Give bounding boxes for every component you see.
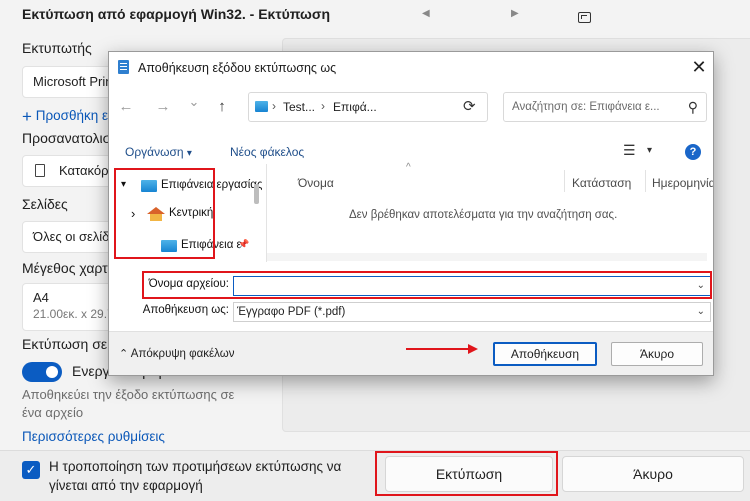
save-as-dialog: Αποθήκευση εξόδου εκτύπωσης ως ✕ ← → ⌄ ↑… — [108, 51, 714, 376]
print-to-file-info-2: ένα αρχείο — [22, 405, 84, 420]
close-icon[interactable]: ✕ — [687, 55, 711, 79]
up-icon[interactable]: ↑ — [213, 98, 231, 115]
filetype-label: Αποθήκευση ως: — [142, 304, 229, 316]
expanded-chevron-icon: ▾ — [121, 179, 127, 190]
breadcrumb-separator-icon: › — [272, 99, 276, 113]
breadcrumb-item-test[interactable]: Test... — [283, 100, 315, 114]
navigation-pane: ▾ Επιφάνεια εργασίας › Κεντρική Επιφάνει… — [113, 170, 263, 264]
file-list-scrollbar[interactable] — [267, 253, 707, 261]
document-icon — [118, 60, 129, 74]
nav-item-desktop[interactable]: ▾ — [121, 178, 126, 190]
plus-icon: + — [22, 107, 32, 126]
preview-prev-icon[interactable]: ◀ — [422, 8, 430, 19]
home-icon — [147, 207, 165, 214]
dialog-title: Αποθήκευση εξόδου εκτύπωσης ως — [138, 61, 337, 75]
pages-label: Σελίδες — [22, 196, 68, 212]
organize-menu[interactable]: Οργάνωση ▾ — [125, 145, 192, 159]
column-header-date-modified[interactable]: Ημερομηνία τροποποίησης — [652, 176, 713, 190]
view-options-caret-icon[interactable]: ▾ — [647, 145, 652, 156]
help-icon[interactable]: ? — [685, 144, 701, 160]
column-header-name[interactable]: Όνομα — [298, 176, 334, 190]
refresh-button[interactable]: ⟳ — [455, 92, 485, 122]
preview-next-icon[interactable]: ▶ — [511, 8, 519, 19]
organize-caret-icon: ▾ — [186, 148, 192, 159]
app-preferences-label: Η τροποποίηση των προτιμήσεων εκτύπωσης … — [49, 459, 342, 474]
column-header-status[interactable]: Κατάσταση — [572, 176, 631, 190]
pin-icon: 📌 — [238, 239, 250, 249]
search-input[interactable]: Αναζήτηση σε: Επιφάνεια ε... ⚲ — [503, 92, 707, 122]
refresh-icon: ⟳ — [463, 98, 476, 115]
print-cancel-button[interactable]: Άκυρο — [562, 456, 744, 492]
empty-results-message: Δεν βρέθηκαν αποτελέσματα για την αναζήτ… — [349, 209, 618, 221]
checkmark-icon: ✓ — [25, 462, 37, 477]
dialog-cancel-button[interactable]: Άκυρο — [611, 342, 703, 366]
filename-history-chevron-icon[interactable]: ⌄ — [697, 277, 705, 295]
fit-to-page-icon[interactable] — [578, 12, 591, 23]
filetype-select[interactable]: Έγγραφο PDF (*.pdf) ⌄ — [233, 302, 711, 322]
recent-locations-chevron-icon[interactable]: ⌄ — [185, 94, 203, 110]
filename-label: Όνομα αρχείου: — [148, 278, 229, 290]
pane-divider[interactable] — [266, 164, 267, 262]
print-to-file-info: Αποθηκεύει την έξοδο εκτύπωσης σε — [22, 387, 235, 402]
nav-item-home-label[interactable]: Κεντρική — [169, 207, 213, 219]
print-button[interactable]: Εκτύπωση — [385, 456, 553, 492]
arrow-annotation-head-icon — [468, 344, 478, 354]
save-button[interactable]: Αποθήκευση — [493, 342, 597, 366]
desktop-folder-icon — [255, 101, 268, 112]
home-icon-body — [150, 214, 162, 221]
nav-pane-scrollbar[interactable] — [254, 184, 259, 204]
more-settings-link[interactable]: Περισσότερες ρυθμίσεις — [22, 429, 165, 444]
print-window-title: Εκτύπωση από εφαρμογή Win32. - Εκτύπωση — [22, 6, 331, 22]
app-preferences-checkbox[interactable]: ✓ — [22, 461, 40, 479]
arrow-annotation — [406, 348, 469, 350]
collapsed-chevron-icon[interactable]: › — [131, 206, 135, 221]
desktop-folder-icon — [141, 180, 157, 192]
sort-ascending-icon: ^ — [406, 162, 411, 173]
forward-icon[interactable]: → — [154, 98, 172, 115]
filename-input[interactable]: ⌄ — [233, 276, 711, 296]
hide-folders-chevron-icon: ⌃ — [119, 348, 129, 360]
printer-label: Εκτυπωτής — [22, 40, 92, 56]
back-icon[interactable]: ← — [117, 98, 135, 115]
column-separator[interactable] — [645, 170, 646, 192]
column-separator[interactable] — [564, 170, 565, 192]
nav-item-desktop-pinned[interactable]: Επιφάνεια εργασίας — [181, 239, 241, 251]
desktop-folder-icon — [161, 240, 177, 252]
nav-item-desktop-label[interactable]: Επιφάνεια εργασίας — [161, 179, 262, 191]
breadcrumb-item-desktop[interactable]: Επιφά... — [333, 100, 377, 114]
filetype-chevron-icon[interactable]: ⌄ — [697, 303, 705, 321]
view-options-icon[interactable]: ☰ — [623, 142, 636, 159]
hide-folders-toggle[interactable]: ⌃ Απόκρυψη φακέλων — [119, 347, 234, 360]
app-preferences-label-2: γίνεται από την εφαρμογή — [49, 478, 203, 493]
breadcrumb-separator-icon: › — [321, 99, 325, 113]
address-bar[interactable]: › Test... › Επιφά... ⌄ — [248, 92, 570, 122]
print-to-file-toggle[interactable] — [22, 362, 62, 382]
portrait-page-icon — [35, 164, 45, 177]
new-folder-button[interactable]: Νέος φάκελος — [230, 145, 304, 159]
search-icon: ⚲ — [687, 99, 698, 115]
